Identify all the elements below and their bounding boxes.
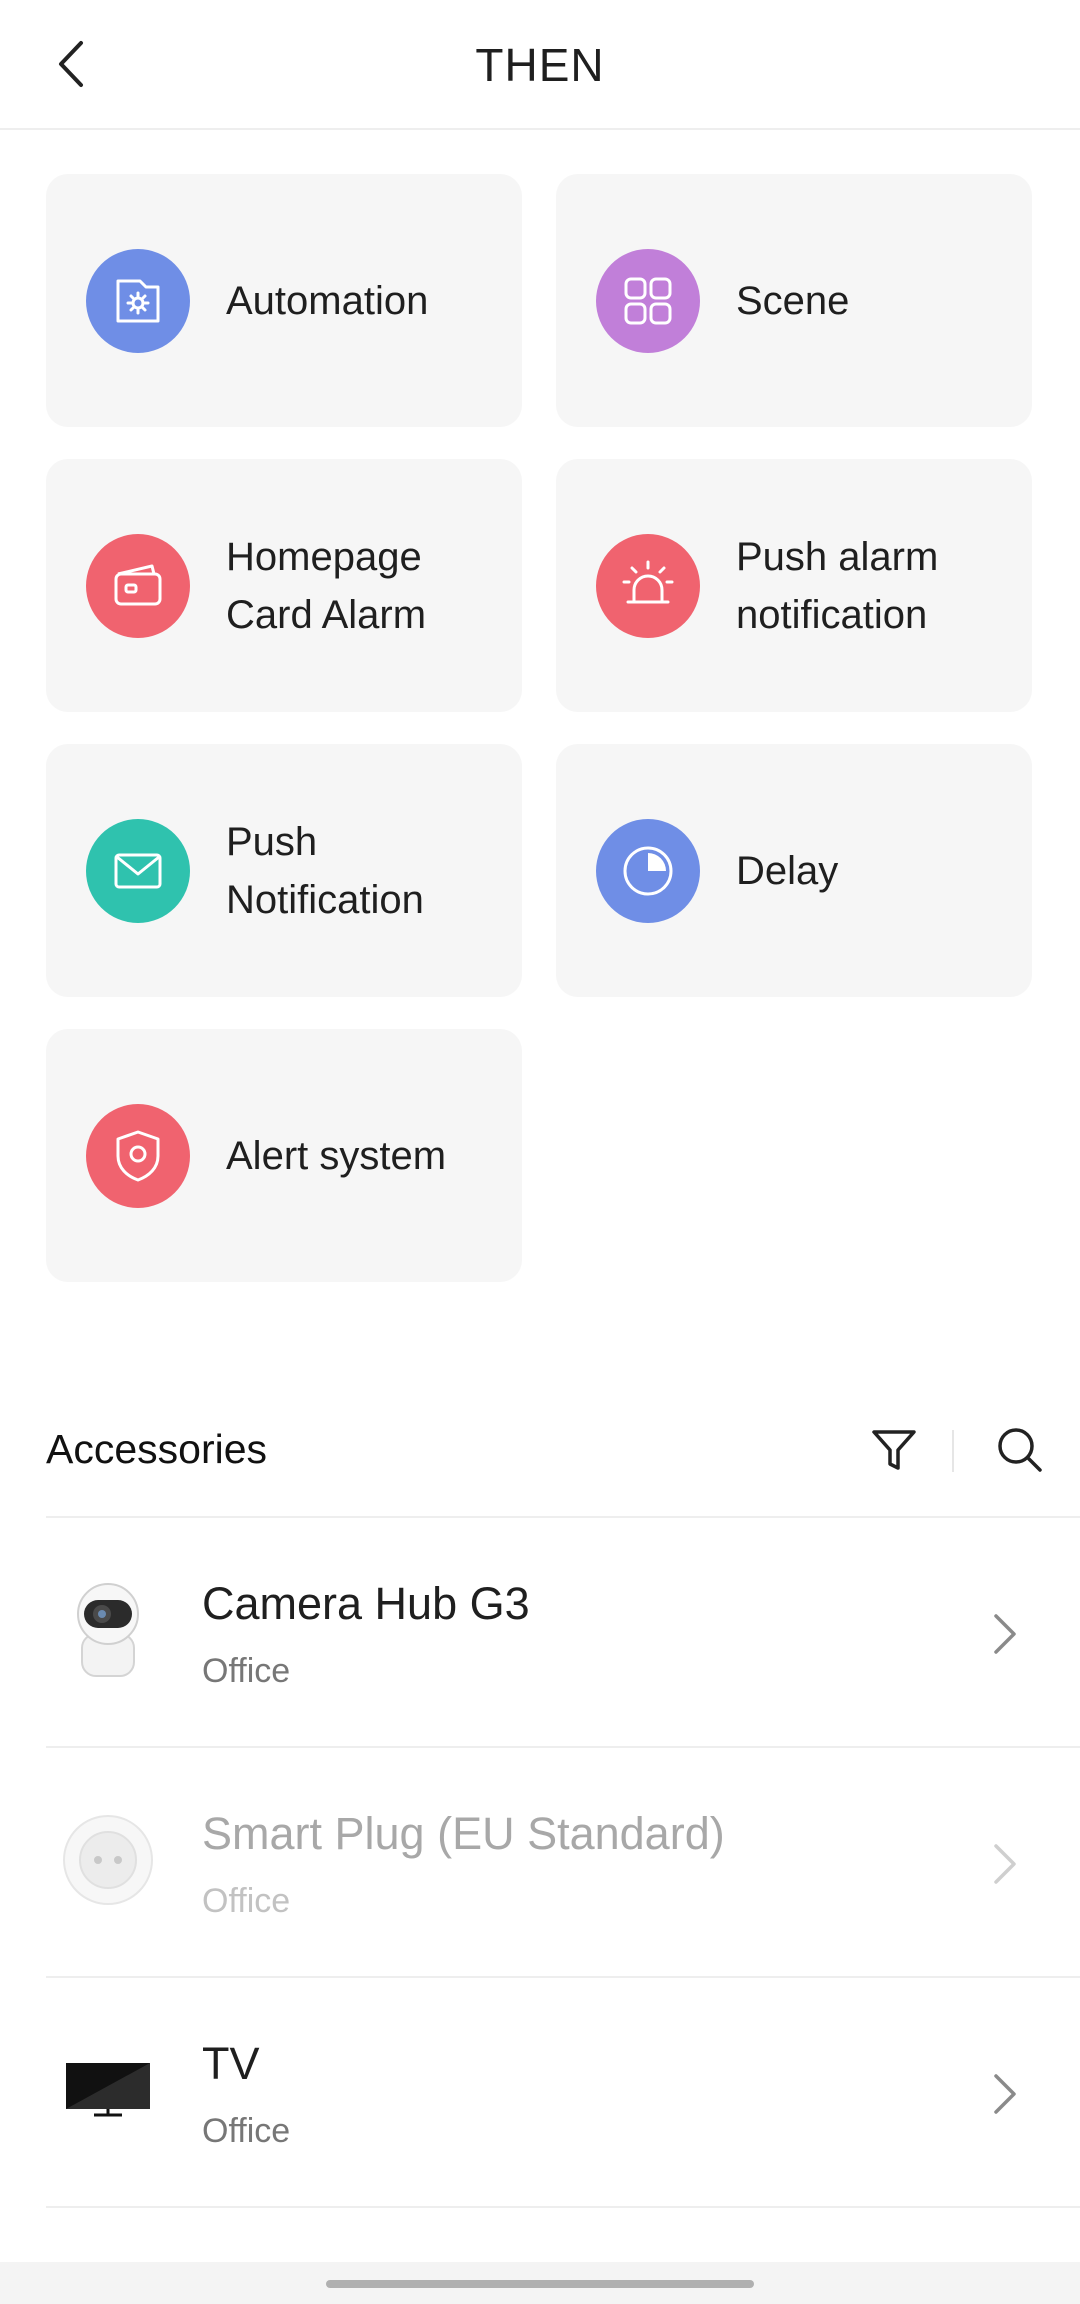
scene-grid-icon [596, 248, 700, 353]
action-label: Automation [226, 278, 429, 323]
action-card-alert-system[interactable]: Alert system [46, 1029, 522, 1282]
chevron-right-icon [994, 2074, 1016, 2114]
system-nav-bar [0, 2262, 1080, 2304]
action-card-push-notification[interactable]: Push Notification [46, 744, 522, 997]
action-label: Push Notification [226, 819, 424, 922]
accessories-header: Accessories [46, 1420, 1046, 1480]
action-card-scene[interactable]: Scene [556, 174, 1032, 427]
action-grid: Automation Scene Homepage Card Alarm Pus… [46, 174, 1034, 1282]
search-icon [998, 1428, 1042, 1472]
accessory-name: TV [202, 2038, 260, 2089]
search-button[interactable] [990, 1420, 1050, 1480]
chevron-right-icon [994, 1614, 1016, 1654]
accessories-title: Accessories [46, 1426, 268, 1472]
accessory-room: Office [202, 1882, 291, 1920]
envelope-icon [86, 818, 190, 923]
accessory-room: Office [202, 1652, 291, 1690]
action-label: Homepage Card Alarm [226, 534, 427, 637]
accessory-name: Smart Plug (EU Standard) [202, 1808, 725, 1859]
action-label: Push alarm notification [736, 534, 939, 637]
clock-pie-icon [596, 818, 700, 923]
list-item-tv[interactable]: TV Office [46, 1978, 1080, 2208]
filter-icon [872, 1430, 916, 1470]
action-card-push-alarm-notification[interactable]: Push alarm notification [556, 459, 1032, 712]
page-title: THEN [475, 39, 605, 91]
wallet-card-icon [86, 533, 190, 638]
home-indicator[interactable] [326, 2280, 754, 2288]
action-label: Delay [736, 848, 839, 893]
header-divider [952, 1430, 954, 1472]
filter-button[interactable] [864, 1420, 924, 1480]
accessories-list: Camera Hub G3 Office Smart Plug (EU Stan… [46, 1516, 1080, 2208]
action-label: Alert system [226, 1133, 447, 1178]
camera-hub-icon [52, 1574, 164, 1686]
accessory-room: Office [202, 2112, 291, 2150]
list-item-camera-hub-g3[interactable]: Camera Hub G3 Office [46, 1518, 1080, 1748]
top-bar: THEN [0, 0, 1080, 130]
tv-icon [52, 2034, 164, 2146]
accessory-name: Camera Hub G3 [202, 1578, 530, 1629]
action-label: Scene [736, 278, 850, 323]
automation-icon [86, 248, 190, 353]
action-card-homepage-card-alarm[interactable]: Homepage Card Alarm [46, 459, 522, 712]
shield-icon [86, 1103, 190, 1208]
list-item-smart-plug[interactable]: Smart Plug (EU Standard) Office [46, 1748, 1080, 1978]
action-card-delay[interactable]: Delay [556, 744, 1032, 997]
action-card-automation[interactable]: Automation [46, 174, 522, 427]
siren-icon [596, 533, 700, 638]
chevron-right-icon [994, 1844, 1016, 1884]
smart-plug-icon [52, 1804, 164, 1916]
